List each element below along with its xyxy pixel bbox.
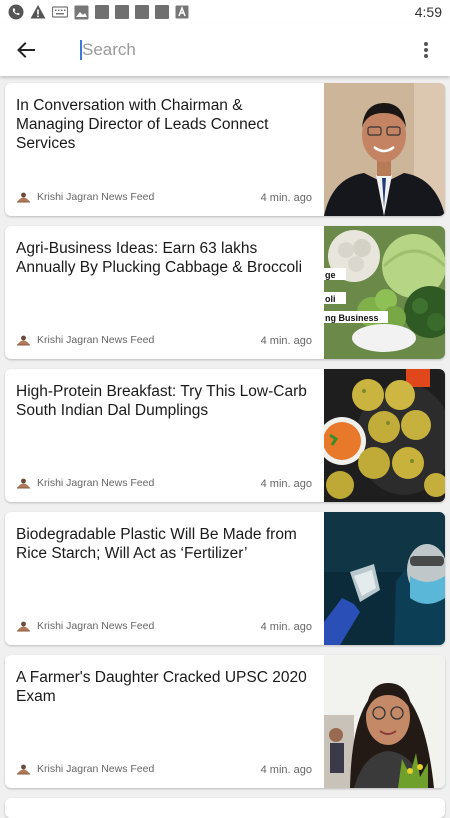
news-meta: Krishi Jagran News Feed bbox=[16, 618, 154, 633]
news-title: Agri-Business Ideas: Earn 63 lakhs Annua… bbox=[16, 240, 303, 276]
thumbnail-caption-text: ge bbox=[325, 270, 336, 280]
news-source: Krishi Jagran News Feed bbox=[37, 762, 155, 775]
notification-icon bbox=[135, 5, 149, 19]
news-thumbnail bbox=[324, 369, 445, 502]
news-meta: Krishi Jagran News Feed bbox=[16, 475, 154, 490]
search-input[interactable] bbox=[80, 40, 382, 60]
notification-icon bbox=[95, 5, 109, 19]
news-source: Krishi Jagran News Feed bbox=[37, 190, 155, 203]
news-meta: Krishi Jagran News Feed bbox=[16, 332, 154, 347]
thumbnail-caption-text: ng Business bbox=[325, 313, 379, 323]
news-meta: Krishi Jagran News Feed bbox=[16, 761, 154, 776]
news-meta: Krishi Jagran News Feed bbox=[16, 189, 154, 204]
news-card[interactable]: A Farmer's Daughter Cracked UPSC 2020 Ex… bbox=[5, 655, 445, 788]
news-card[interactable]: In Conversation with Chairman & Managing… bbox=[5, 83, 445, 216]
news-card[interactable]: Biodegradable Plastic Will Be Made from … bbox=[5, 512, 445, 645]
news-card[interactable]: Agri-Business Ideas: Earn 63 lakhs Annua… bbox=[5, 226, 445, 359]
news-time: 4 min. ago bbox=[260, 764, 312, 776]
back-button[interactable] bbox=[0, 24, 52, 76]
overflow-menu-button[interactable] bbox=[406, 24, 446, 76]
app-letter-icon bbox=[175, 5, 189, 19]
notification-icon bbox=[155, 5, 169, 19]
news-source: Krishi Jagran News Feed bbox=[37, 333, 155, 346]
status-time: 4:59 bbox=[414, 4, 442, 20]
alert-icon bbox=[30, 5, 46, 19]
search-toolbar bbox=[0, 24, 450, 76]
arrow-left-icon bbox=[17, 42, 35, 58]
notification-icon bbox=[115, 5, 129, 19]
more-vert-icon bbox=[424, 42, 428, 58]
news-thumbnail: ge oli ng Business bbox=[324, 226, 445, 359]
news-source: Krishi Jagran News Feed bbox=[37, 619, 155, 632]
source-logo-icon bbox=[17, 478, 30, 489]
source-logo-icon bbox=[17, 764, 30, 775]
news-title: A Farmer's Daughter Cracked UPSC 2020 Ex… bbox=[16, 669, 307, 705]
search-box bbox=[80, 30, 406, 70]
news-time: 4 min. ago bbox=[260, 192, 312, 204]
news-title: Biodegradable Plastic Will Be Made from … bbox=[16, 526, 297, 562]
keyboard-icon bbox=[52, 6, 68, 18]
news-source: Krishi Jagran News Feed bbox=[37, 476, 155, 489]
news-thumbnail bbox=[324, 512, 445, 645]
status-icons bbox=[8, 4, 189, 20]
news-thumbnail bbox=[324, 655, 445, 788]
source-logo-icon bbox=[17, 621, 30, 632]
phone-icon bbox=[8, 4, 24, 20]
text-cursor bbox=[80, 40, 82, 60]
thumbnail-caption-text: oli bbox=[325, 294, 336, 304]
source-logo-icon bbox=[17, 335, 30, 346]
news-title: In Conversation with Chairman & Managing… bbox=[16, 97, 269, 152]
news-time: 4 min. ago bbox=[260, 478, 312, 490]
source-logo-icon bbox=[17, 192, 30, 203]
news-title: High-Protein Breakfast: Try This Low-Car… bbox=[16, 383, 307, 419]
news-time: 4 min. ago bbox=[260, 335, 312, 347]
news-card[interactable] bbox=[5, 798, 445, 818]
news-thumbnail bbox=[324, 83, 445, 216]
image-icon bbox=[74, 5, 89, 19]
news-time: 4 min. ago bbox=[260, 621, 312, 633]
news-card[interactable]: High-Protein Breakfast: Try This Low-Car… bbox=[5, 369, 445, 502]
status-bar: 4:59 bbox=[0, 0, 450, 24]
